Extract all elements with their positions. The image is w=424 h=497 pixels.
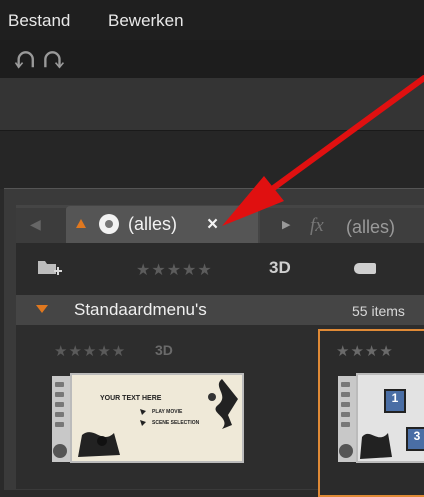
annotation-arrow [222, 75, 424, 226]
